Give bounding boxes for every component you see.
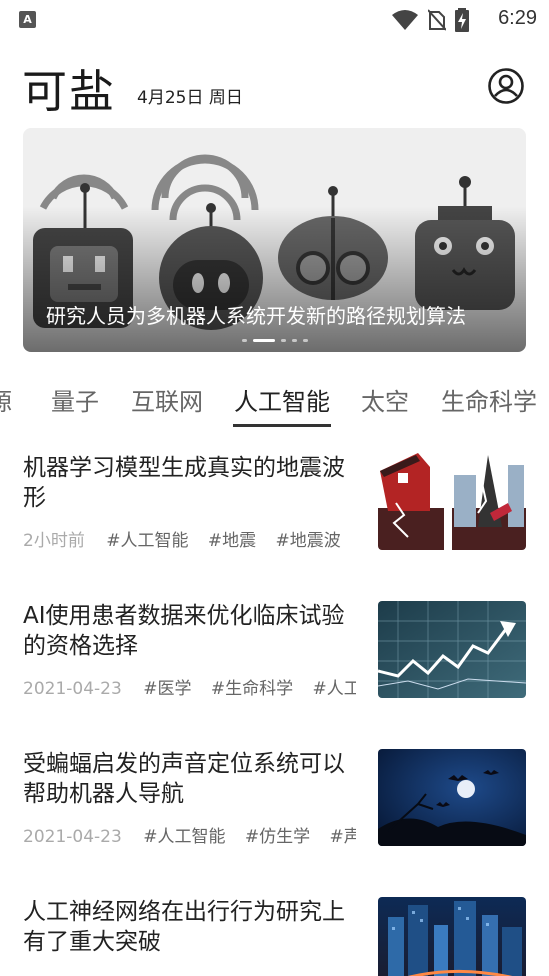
article-tag[interactable]: #地震波 <box>276 531 341 550</box>
carousel-dot[interactable] <box>302 339 308 342</box>
list-item[interactable]: 人工神经网络在出行行为研究上有了重大突破 <box>23 897 526 976</box>
bats-moon-thumbnail <box>378 749 526 846</box>
article-meta: 2021-04-23 #人工智能 #仿生学 #声音 <box>23 822 356 846</box>
system-icons <box>391 8 469 32</box>
article-tag[interactable]: #人工智能 <box>143 827 225 846</box>
tab-resource[interactable]: 源 <box>0 382 12 417</box>
article-tag[interactable]: #仿生学 <box>245 827 310 846</box>
list-item[interactable]: 受蝙蝠启发的声音定位系统可以帮助机器人导航 2021-04-23 #人工智能 #… <box>23 749 526 853</box>
wifi-icon <box>392 10 418 30</box>
article-tag[interactable]: #医学 <box>143 679 191 698</box>
article-meta: 2021-04-23 #医学 #生命科学 #人工智能 <box>23 674 356 698</box>
header-date: 4月25日 周日 <box>137 88 243 108</box>
article-title: 人工神经网络在出行行为研究上有了重大突破 <box>23 899 345 955</box>
carousel-dot[interactable] <box>241 339 247 342</box>
banner-caption: 研究人员为多机器人系统开发新的路径规划算法 <box>46 304 466 328</box>
status-bar: A 6:29 <box>0 0 549 38</box>
article-title: 机器学习模型生成真实的地震波形 <box>23 455 345 511</box>
tab-quantum[interactable]: 量子 <box>51 382 99 417</box>
article-title: AI使用患者数据来优化临床试验的资格选择 <box>23 603 345 659</box>
article-time: 2021-04-23 <box>23 679 122 698</box>
active-tab-underline <box>233 424 331 427</box>
app-logo: 可盐 <box>22 65 117 118</box>
stock-chart-thumbnail <box>378 601 526 698</box>
carousel-dot-active[interactable] <box>252 339 275 342</box>
list-item[interactable]: AI使用患者数据来优化临床试验的资格选择 2021-04-23 #医学 #生命科… <box>23 601 526 705</box>
article-title: 受蝙蝠启发的声音定位系统可以帮助机器人导航 <box>23 751 345 807</box>
battery-charging-icon <box>455 8 469 32</box>
article-meta: 2小时前 #人工智能 #地震 #地震波 # <box>23 526 356 550</box>
app-a-icon: A <box>19 11 36 28</box>
featured-banner[interactable]: 研究人员为多机器人系统开发新的路径规划算法 <box>23 128 526 352</box>
article-time: 2小时前 <box>23 531 85 550</box>
category-tabs: 源 量子 互联网 人工智能 太空 生命科学 <box>0 378 549 430</box>
status-time: 6:29 <box>498 7 537 29</box>
carousel-dot[interactable] <box>280 339 286 342</box>
no-sim-icon <box>428 9 446 31</box>
article-tag[interactable]: #生命科学 <box>211 679 293 698</box>
carousel-indicator <box>23 339 526 342</box>
tab-space[interactable]: 太空 <box>361 382 409 417</box>
article-tag[interactable]: #声音 <box>330 827 356 846</box>
article-time: 2021-04-23 <box>23 827 122 846</box>
article-tag[interactable]: #地震 <box>208 531 256 550</box>
app-header: 可盐 4月25日 周日 <box>0 55 549 118</box>
list-item[interactable]: 机器学习模型生成真实的地震波形 2小时前 #人工智能 #地震 #地震波 # <box>23 453 526 557</box>
carousel-dot[interactable] <box>291 339 297 342</box>
tab-life-science[interactable]: 生命科学 <box>441 382 537 417</box>
earthquake-thumbnail <box>378 453 526 550</box>
city-traffic-thumbnail <box>378 897 526 976</box>
profile-icon[interactable] <box>487 67 525 105</box>
tab-artificial-intelligence[interactable]: 人工智能 <box>234 382 330 417</box>
article-tag[interactable]: #人工智能 <box>106 531 188 550</box>
tab-internet[interactable]: 互联网 <box>131 382 203 417</box>
article-tag[interactable]: #人工智能 <box>313 679 356 698</box>
